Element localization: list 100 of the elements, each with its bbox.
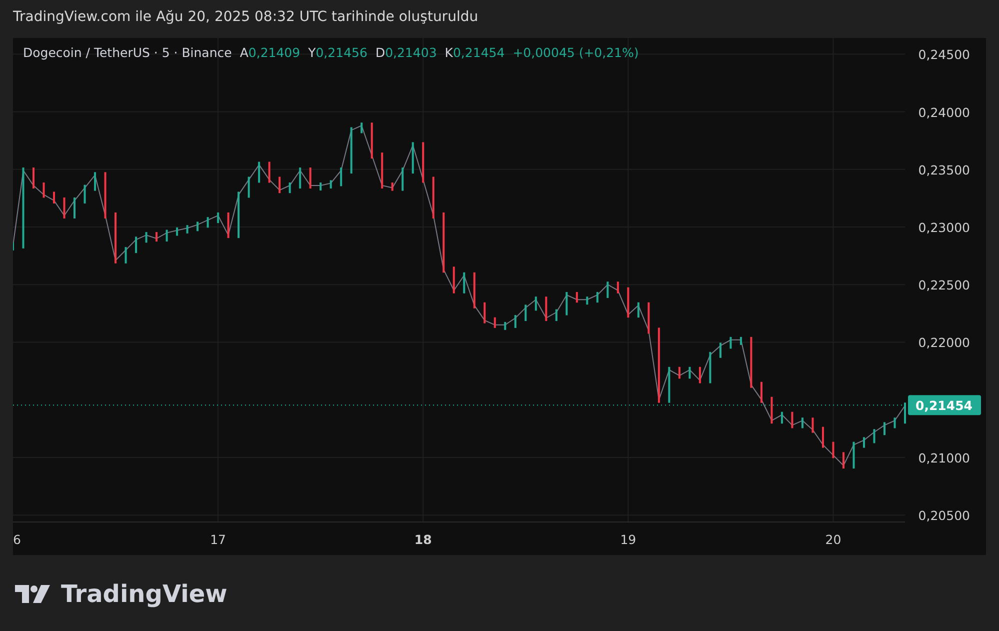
- candle: [217, 212, 220, 224]
- candle: [258, 162, 260, 183]
- candle: [360, 122, 363, 134]
- candle: [176, 227, 178, 236]
- candle: [320, 182, 322, 190]
- candle: [124, 247, 127, 264]
- candle: [688, 366, 691, 379]
- date-tick-label: 17: [210, 532, 226, 547]
- candle: [791, 412, 794, 428]
- candle: [842, 452, 844, 469]
- candle: [832, 442, 834, 458]
- candle: [545, 296, 548, 322]
- price-tick-label: 0,24000: [918, 104, 970, 120]
- candle: [894, 418, 896, 428]
- candle: [852, 442, 855, 469]
- ohlc-value: A0,21409: [240, 45, 300, 60]
- ohlc-value: K0,21454: [444, 45, 505, 60]
- candle: [268, 162, 270, 183]
- ohlc-value: Y0,21456: [308, 45, 368, 60]
- candle: [238, 192, 240, 238]
- candle: [350, 127, 352, 174]
- snapshot-caption: TradingView.com ile Ağu 20, 2025 08:32 UTC tarihinde oluşturuldu: [12, 8, 480, 27]
- candle: [668, 366, 670, 403]
- candle: [206, 217, 209, 228]
- price-tick-label: 0,20500: [918, 508, 970, 524]
- date-tick-label: 19: [620, 532, 636, 547]
- candle: [463, 272, 466, 294]
- candle: [760, 382, 762, 403]
- candle: [555, 309, 558, 322]
- candle: [494, 317, 496, 328]
- candle: [309, 168, 312, 188]
- candle: [422, 142, 424, 183]
- candle: [616, 282, 619, 294]
- candle: [524, 304, 527, 322]
- price-tick-label: 0,24500: [918, 47, 970, 62]
- candle: [104, 172, 106, 218]
- candle: [452, 266, 455, 294]
- candle: [299, 168, 302, 188]
- candle: [370, 122, 373, 159]
- candle: [648, 302, 650, 334]
- candle: [504, 322, 506, 330]
- candle: [186, 225, 188, 234]
- candle: [288, 182, 291, 194]
- candle: [391, 182, 394, 191]
- last-price-badge: 0,21454: [908, 395, 981, 416]
- candle: [484, 302, 486, 324]
- candle: [340, 168, 342, 186]
- candle: [596, 292, 598, 303]
- candle: [534, 296, 537, 311]
- brand-name: TradingView: [61, 580, 228, 608]
- brand-logo-icon: [15, 584, 51, 604]
- candle: [780, 412, 783, 424]
- candle: [114, 212, 117, 264]
- price-tick-label: 0,23000: [918, 220, 970, 235]
- candle: [412, 142, 414, 174]
- candle: [627, 287, 630, 318]
- candle: [719, 342, 722, 358]
- candle: [135, 236, 138, 254]
- ohlc-value: D0,21403: [375, 45, 437, 60]
- price-tick-label: 0,21000: [918, 450, 970, 466]
- candle: [473, 272, 476, 308]
- candle: [740, 336, 742, 345]
- candle: [381, 152, 384, 188]
- candle: [156, 232, 158, 242]
- candle: [678, 366, 680, 379]
- price-tick-label: 0,22500: [918, 278, 970, 293]
- candle: [750, 336, 752, 388]
- candle: [812, 418, 814, 433]
- price-tick-label: 0,22000: [918, 335, 970, 350]
- candle: [873, 429, 876, 444]
- symbol-title: Dogecoin / TetherUS · 5 · Binance: [23, 45, 232, 60]
- price-change: +0,00045 (+0,21%): [512, 45, 639, 60]
- candle: [730, 336, 732, 349]
- candle: [442, 212, 445, 273]
- candle: [330, 180, 332, 188]
- candle: [801, 418, 804, 428]
- candle: [145, 232, 148, 243]
- candle: [402, 168, 404, 191]
- candle: [637, 302, 640, 318]
- candle: [278, 176, 281, 194]
- date-tick-label: 18: [414, 532, 432, 547]
- price-tick-label: 0,23500: [918, 162, 970, 178]
- candle: [566, 292, 568, 316]
- candle: [84, 184, 86, 204]
- candle: [586, 296, 588, 305]
- candle: [822, 426, 824, 448]
- candle: [94, 172, 96, 191]
- candle: [514, 315, 516, 328]
- candle: [42, 182, 45, 198]
- candle: [432, 176, 434, 218]
- date-tick-label: 20: [825, 532, 842, 547]
- candle: [166, 230, 168, 242]
- candle: [576, 292, 578, 303]
- candle: [196, 222, 199, 232]
- candle: [770, 396, 773, 424]
- candle: [63, 197, 66, 218]
- candle: [606, 282, 609, 298]
- candle: [74, 197, 76, 218]
- candle: [709, 352, 712, 384]
- candle: [227, 212, 230, 238]
